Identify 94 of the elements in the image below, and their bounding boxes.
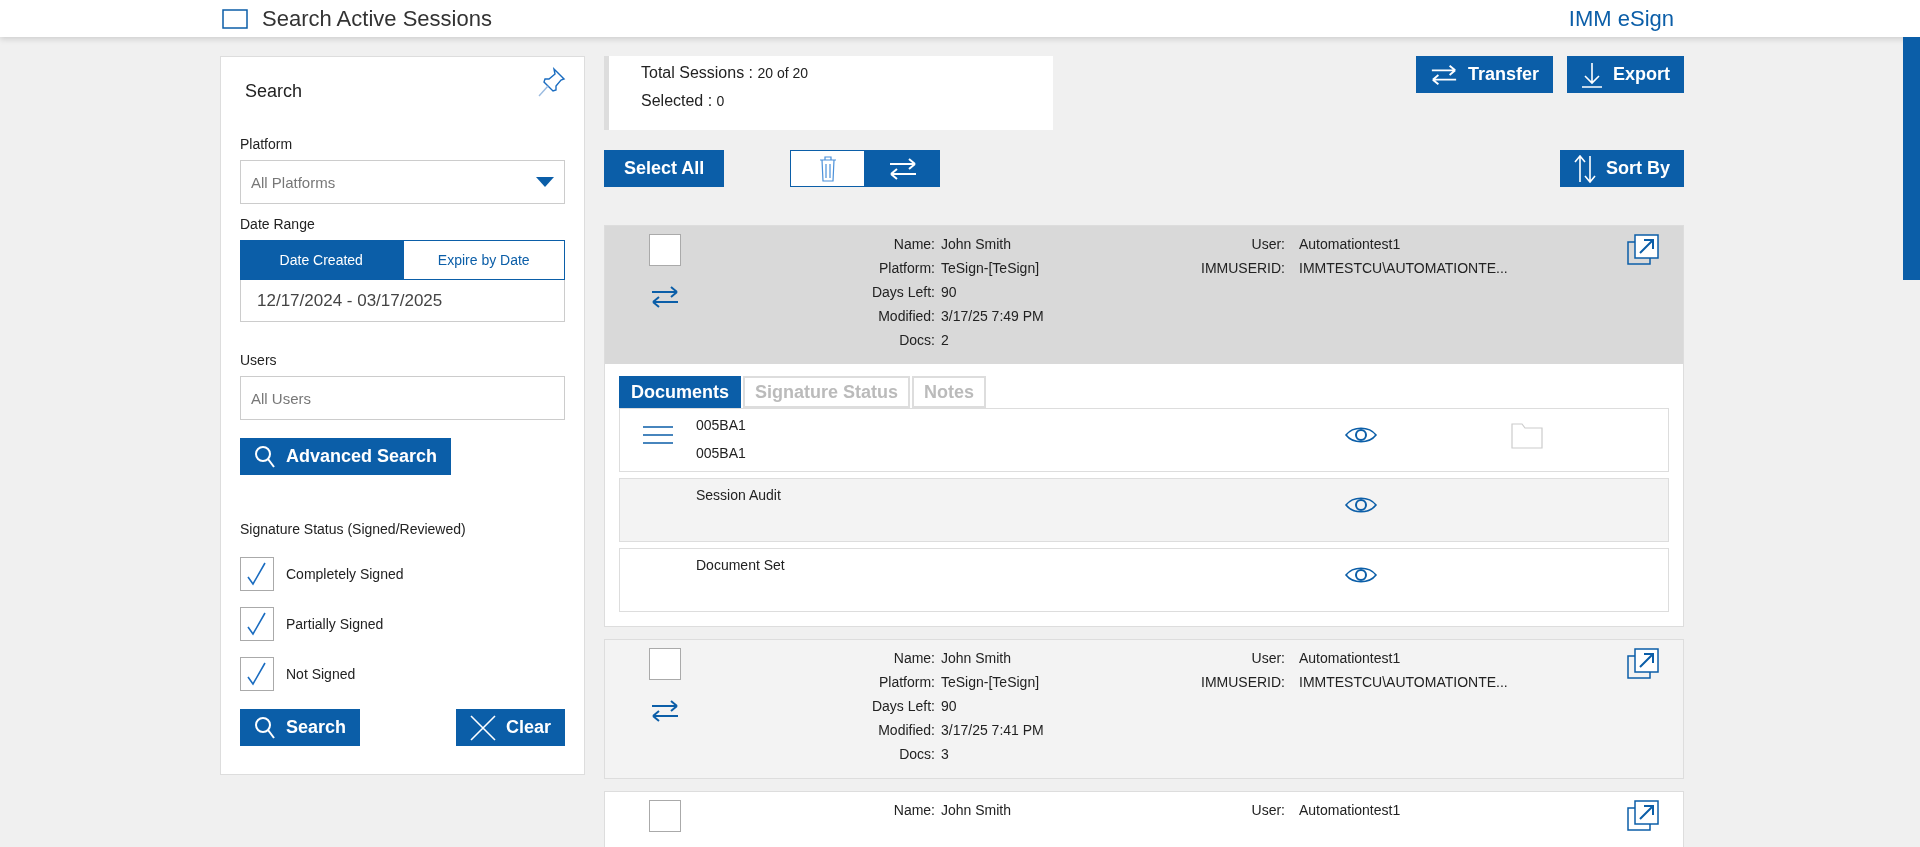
field-label: Name:: [892, 650, 935, 666]
selected-count: Selected : 0: [641, 92, 726, 110]
trash-icon: [818, 155, 837, 182]
checkbox-label: Completely Signed: [286, 566, 404, 582]
document-name: 005BA1: [696, 445, 747, 461]
search-button[interactable]: Search: [240, 709, 361, 746]
search-icon: [254, 444, 276, 469]
field-label: Days Left:: [870, 698, 935, 714]
eye-icon[interactable]: [1345, 565, 1377, 585]
panel-title: Search: [245, 81, 303, 102]
field-label: Modified:: [877, 722, 935, 738]
field-label: Docs:: [898, 332, 935, 348]
field-value: John Smith: [941, 236, 1013, 252]
field-label: Docs:: [898, 746, 935, 762]
field-label: Date Range: [240, 216, 316, 232]
advanced-search-button[interactable]: Advanced Search: [240, 438, 452, 475]
popout-icon[interactable]: [1627, 648, 1659, 680]
field-value: TeSign-[TeSign]: [941, 260, 1041, 276]
transfer-icon[interactable]: [650, 286, 680, 308]
export-button[interactable]: Export: [1567, 56, 1684, 93]
field-label: Users: [240, 352, 278, 368]
checkbox[interactable]: [240, 657, 274, 691]
eye-icon[interactable]: [1345, 425, 1377, 445]
platform-dropdown[interactable]: All Platforms: [240, 160, 565, 204]
field-value: Automationtest1: [1299, 236, 1402, 252]
date-tab[interactable]: Date Created: [240, 240, 403, 280]
search-icon: [254, 715, 276, 740]
document-tab[interactable]: Documents: [619, 376, 741, 408]
popout-icon[interactable]: [1627, 234, 1659, 266]
brand-name: IMM eSign: [1568, 5, 1674, 32]
field-label: Name:: [892, 236, 935, 252]
field-value: 90: [941, 284, 958, 300]
pin-icon[interactable]: [538, 67, 566, 97]
check-icon: [246, 661, 268, 687]
field-label: Platform:: [878, 260, 935, 276]
field-label: User:: [1250, 802, 1285, 818]
document-row[interactable]: Session Audit: [619, 478, 1669, 542]
field-label: User:: [1250, 650, 1285, 666]
transfer-button[interactable]: Transfer: [1415, 56, 1553, 93]
field-label: User:: [1250, 236, 1285, 252]
date-range-field[interactable]: 12/17/2024 - 03/17/2025: [240, 280, 565, 322]
document-name: Session Audit: [696, 487, 782, 503]
field-label: Platform: [240, 136, 294, 152]
field-label: Platform:: [878, 674, 935, 690]
field-label: IMMUSERID:: [1200, 260, 1285, 276]
field-label: Name:: [892, 802, 935, 818]
delete-toggle[interactable]: [790, 150, 866, 187]
eye-icon[interactable]: [1345, 495, 1377, 515]
field-value: 90: [941, 698, 958, 714]
transfer-icon[interactable]: [650, 700, 680, 722]
field-value: IMMTESTCU\AUTOMATIONTE...: [1299, 674, 1509, 690]
document-row[interactable]: 005BA1 005BA1: [619, 408, 1669, 472]
field-value: IMMTESTCU\AUTOMATIONTE...: [1299, 260, 1509, 276]
field-value: TeSign-[TeSign]: [941, 674, 1041, 690]
menu-icon[interactable]: [643, 425, 673, 445]
document-name: Document Set: [696, 557, 786, 573]
section-label: Signature Status (Signed/Reviewed): [240, 521, 467, 537]
field-value: 3/17/25 7:41 PM: [941, 722, 1045, 738]
field-label: Modified:: [877, 308, 935, 324]
field-value: John Smith: [941, 802, 1013, 818]
date-tab[interactable]: Expire by Date: [402, 240, 565, 280]
check-icon: [246, 561, 268, 587]
sort-icon: [1574, 154, 1596, 183]
close-icon: [469, 714, 496, 741]
field-value: 2: [941, 332, 950, 348]
checkbox[interactable]: [240, 557, 274, 591]
field-value: Automationtest1: [1299, 802, 1402, 818]
checkbox-label: Not Signed: [286, 666, 356, 682]
scrollbar-thumb[interactable]: [1903, 37, 1920, 280]
checkbox[interactable]: [649, 234, 681, 266]
field-label: IMMUSERID:: [1200, 674, 1285, 690]
field-value: Automationtest1: [1299, 650, 1402, 666]
checkbox[interactable]: [649, 648, 681, 680]
checkbox[interactable]: [240, 607, 274, 641]
users-field[interactable]: All Users: [240, 376, 565, 420]
checkbox[interactable]: [649, 800, 681, 832]
popout-icon[interactable]: [1627, 800, 1659, 832]
field-value: John Smith: [941, 650, 1013, 666]
transfer-toggle[interactable]: [865, 150, 941, 187]
check-icon: [246, 611, 268, 637]
total-sessions: Total Sessions : 20 of 20: [641, 64, 810, 82]
checkbox-label: Partially Signed: [286, 616, 384, 632]
select-all-button[interactable]: Select All: [604, 150, 725, 187]
field-label: Days Left:: [870, 284, 935, 300]
field-value: 3: [941, 746, 950, 762]
download-icon: [1581, 61, 1603, 88]
field-value: 3/17/25 7:49 PM: [941, 308, 1045, 324]
caret-icon: [536, 177, 554, 187]
clear-button[interactable]: Clear: [455, 709, 565, 746]
document-row[interactable]: Document Set: [619, 548, 1669, 612]
page-title: Search Active Sessions: [262, 5, 493, 32]
document-name: 005BA1: [696, 417, 747, 433]
page-icon: [222, 8, 248, 29]
sort-by-button[interactable]: Sort By: [1560, 150, 1684, 187]
